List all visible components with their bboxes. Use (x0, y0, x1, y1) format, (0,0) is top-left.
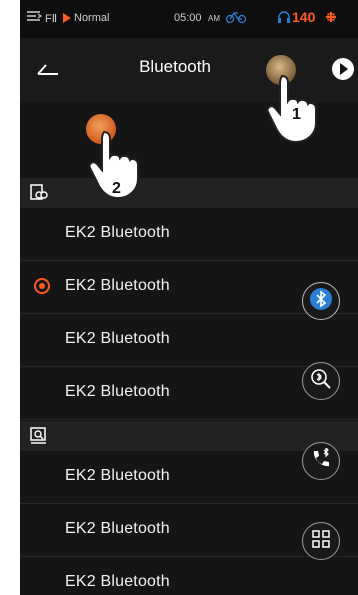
bluetooth-search-icon (310, 368, 332, 395)
device-row[interactable]: EK2 Bluetooth (20, 557, 358, 595)
device-row[interactable]: EK2 Bluetooth (20, 314, 358, 367)
phone-screen: FⅡ Normal 05:00 AM 140 Bluetooth EK2 Blu… (20, 0, 358, 595)
paired-devices-icon (30, 184, 48, 207)
bluetooth-call-button[interactable] (302, 442, 340, 480)
clock-ampm: AM (208, 14, 220, 23)
back-icon[interactable] (36, 60, 60, 83)
paired-section-header (20, 178, 358, 208)
device-name: EK2 Bluetooth (65, 224, 170, 241)
mode-label: Normal (74, 12, 110, 24)
selected-radio-icon[interactable] (34, 278, 50, 294)
search-devices-icon (30, 427, 48, 450)
signal-icon (324, 10, 338, 27)
grid-menu-icon (311, 529, 331, 554)
device-name: EK2 Bluetooth (65, 383, 170, 400)
bluetooth-toggle-button[interactable] (302, 282, 340, 320)
callout-number: 2 (112, 180, 121, 197)
bluetooth-icon (309, 287, 333, 316)
headset-icon (277, 10, 291, 27)
status-bar: FⅡ Normal 05:00 AM 140 (20, 0, 358, 38)
device-name: EK2 Bluetooth (65, 573, 170, 590)
device-name: EK2 Bluetooth (65, 330, 170, 347)
play-circle-icon[interactable] (331, 57, 355, 86)
bicycle-icon (225, 10, 247, 27)
menu-lines-icon (26, 10, 43, 25)
clock-time: 05:00 (174, 12, 202, 24)
device-row[interactable]: EK2 Bluetooth (20, 208, 358, 261)
play-triangle-icon (63, 13, 71, 26)
page-title: Bluetooth (139, 57, 211, 76)
device-name: EK2 Bluetooth (65, 467, 170, 484)
device-name: EK2 Bluetooth (65, 520, 170, 537)
bluetooth-search-button[interactable] (302, 362, 340, 400)
callout-number: 1 (292, 106, 301, 123)
status-value: 140 (292, 9, 316, 25)
menu-text: FⅡ (45, 13, 58, 25)
device-name: EK2 Bluetooth (65, 277, 170, 294)
bluetooth-call-icon (310, 446, 332, 475)
grid-menu-button[interactable] (302, 522, 340, 560)
